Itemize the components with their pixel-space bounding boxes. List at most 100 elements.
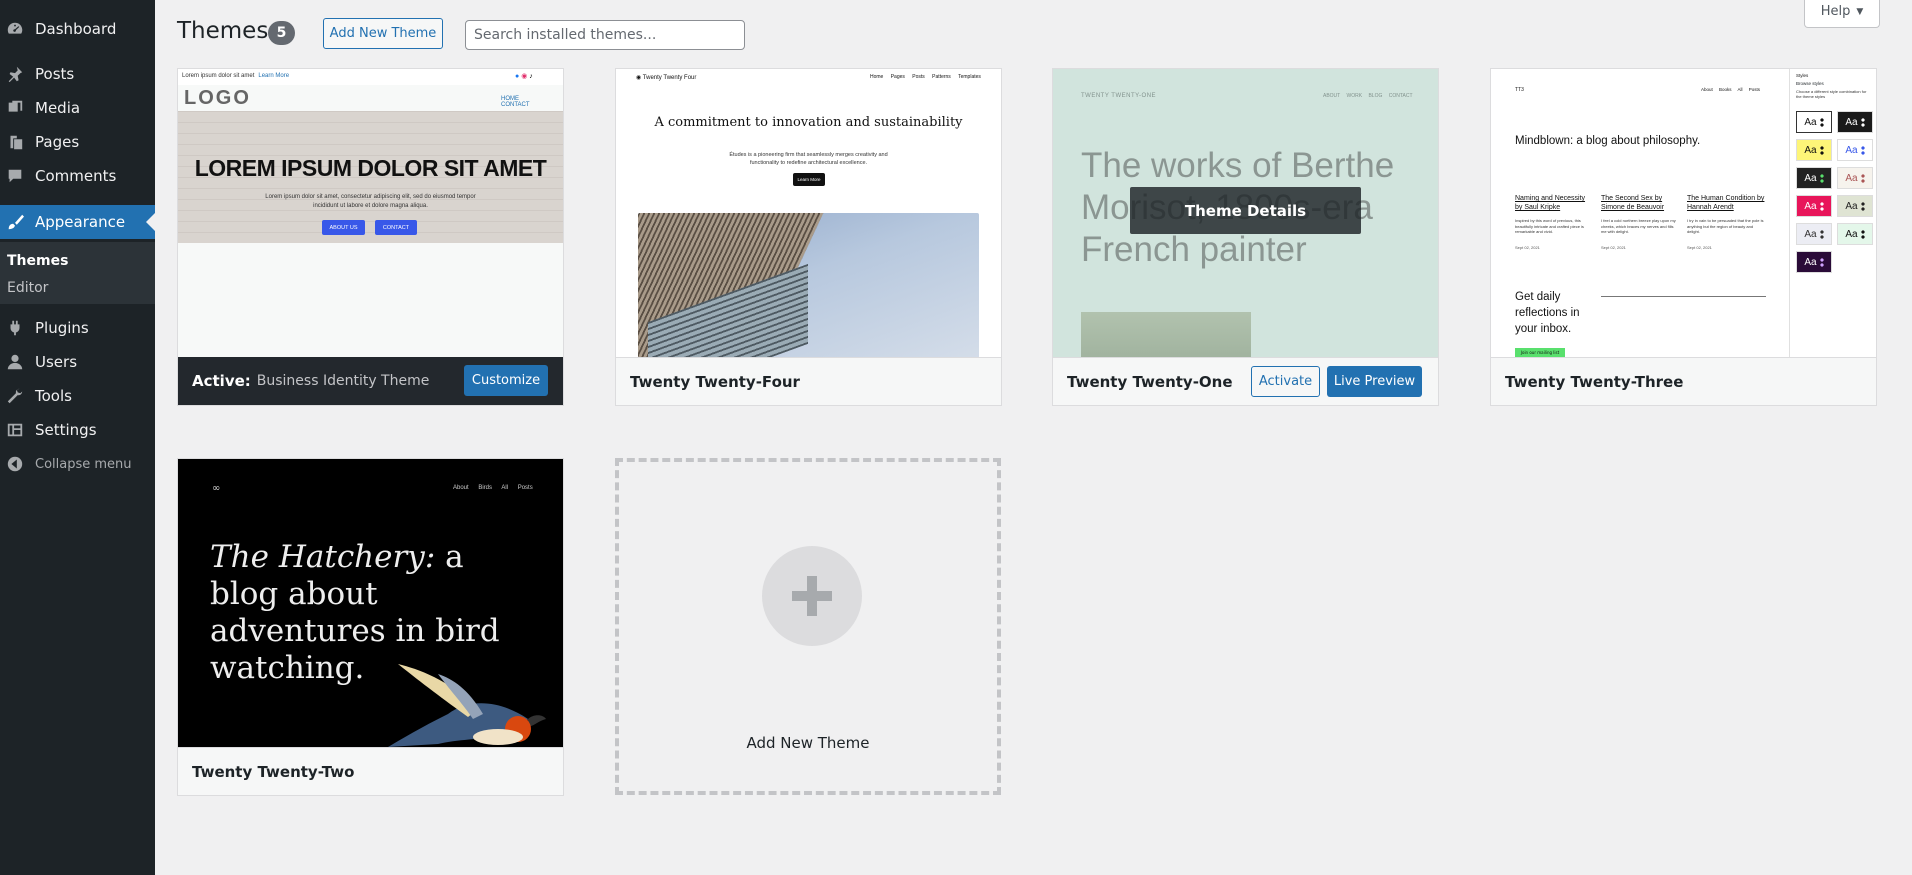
style-swatch: Aa (1837, 139, 1873, 161)
caret-down-icon: ▼ (1856, 6, 1864, 17)
theme-screenshot[interactable]: TT3 About Books All Posts Mindblown: a b… (1491, 69, 1876, 357)
preview-heading: A commitment to innovation and sustainab… (654, 115, 963, 130)
theme-count-badge: 5 (268, 21, 295, 45)
help-label: Help (1820, 4, 1851, 19)
comments-icon (5, 166, 25, 186)
theme-screenshot[interactable]: Lorem ipsum dolor sit amet Learn More ● ◉… (178, 69, 563, 357)
plug-icon (5, 318, 25, 338)
sidebar-item-users[interactable]: Users (0, 345, 155, 379)
preview-nav: ABOUT WORK BLOG CONTACT (1323, 93, 1413, 99)
style-swatch: Aa (1837, 111, 1873, 133)
pushpin-icon (5, 64, 25, 84)
sidebar-item-tools[interactable]: Tools (0, 379, 155, 413)
preview-nav: Home Pages Posts Patterns Templates (870, 74, 981, 80)
theme-card-business-identity[interactable]: Lorem ipsum dolor sit amet Learn More ● ◉… (177, 68, 564, 406)
theme-card-twenty-twenty-one[interactable]: TWENTY TWENTY-ONE ABOUT WORK BLOG CONTAC… (1052, 68, 1439, 406)
collapse-menu-label: Collapse menu (35, 456, 132, 472)
preview-topbar: Lorem ipsum dolor sit amet Learn More ● ◉… (178, 69, 563, 85)
live-preview-button[interactable]: Live Preview (1327, 366, 1422, 397)
style-swatch: Aa (1796, 139, 1832, 161)
pages-icon (5, 132, 25, 152)
preview-painting-image (1081, 312, 1251, 357)
theme-name: Business Identity Theme (256, 373, 430, 389)
theme-name-bar: Twenty Twenty-One Activate Live Preview (1053, 357, 1438, 405)
sidebar-item-label: Media (35, 99, 81, 117)
search-themes-input[interactable] (465, 20, 745, 50)
preview-logo-icon: ∞ (212, 483, 221, 494)
preview-top-link: Learn More (258, 73, 290, 79)
theme-card-twenty-twenty-three[interactable]: TT3 About Books All Posts Mindblown: a b… (1490, 68, 1877, 406)
plus-icon (762, 546, 862, 646)
theme-screenshot[interactable]: ∞ About Birds All Posts The Hatchery: a … (178, 459, 563, 747)
style-swatch: Aa (1837, 223, 1873, 245)
preview-hero-title: LOREM IPSUM DOLOR SIT AMET (194, 155, 547, 181)
preview-divider (1601, 296, 1766, 297)
theme-name: Twenty Twenty-Three (1491, 357, 1876, 405)
preview-nav: HOME CONTACT (501, 96, 530, 108)
add-new-theme-card[interactable]: Add New Theme (615, 458, 1001, 795)
preview-site-title: ◉ Twenty Twenty Four (636, 75, 697, 81)
preview-heading: Mindblown: a blog about philosophy. (1515, 135, 1701, 147)
sidebar-item-label: Settings (35, 421, 97, 439)
theme-name: Twenty Twenty-Two (178, 747, 563, 795)
theme-card-twenty-twenty-two[interactable]: ∞ About Birds All Posts The Hatchery: a … (177, 458, 564, 796)
sidebar-item-dashboard[interactable]: Dashboard (0, 12, 155, 46)
add-new-theme-button[interactable]: Add New Theme (323, 18, 443, 49)
sidebar-item-label: Appearance (35, 213, 126, 231)
preview-newsletter-text: Get daily reflections in your inbox. (1515, 291, 1580, 335)
style-swatch: Aa (1796, 251, 1832, 273)
sidebar-item-appearance[interactable]: Appearance (0, 205, 155, 239)
theme-card-twenty-twenty-four[interactable]: ◉ Twenty Twenty Four Home Pages Posts Pa… (615, 68, 1002, 406)
preview-building-image (638, 213, 979, 357)
sidebar-item-posts[interactable]: Posts (0, 57, 155, 91)
style-swatch: Aa (1796, 111, 1832, 133)
appearance-submenu: Themes Editor (0, 242, 155, 304)
submenu-item-editor[interactable]: Editor (7, 280, 48, 296)
wrench-icon (5, 386, 25, 406)
preview-site-title: TT3 (1515, 87, 1524, 93)
user-icon (5, 352, 25, 372)
preview-top-text: Lorem ipsum dolor sit amet (182, 73, 255, 79)
active-label: Active: (192, 372, 251, 390)
theme-screenshot[interactable]: TWENTY TWENTY-ONE ABOUT WORK BLOG CONTAC… (1053, 69, 1438, 357)
preview-contact-button: CONTACT (375, 220, 417, 235)
theme-name: Twenty Twenty-Four (616, 357, 1001, 405)
preview-hero-subtitle: Lorem ipsum dolor sit amet, consectetur … (265, 194, 476, 209)
theme-details-button[interactable]: Theme Details (1130, 187, 1361, 234)
theme-name: Twenty Twenty-One (1067, 372, 1233, 391)
preview-post-3: The Human Condition by Hannah Arendt I t… (1687, 195, 1765, 250)
paintbrush-icon (5, 212, 25, 232)
social-icons: ● ◉ ♪ (515, 73, 533, 80)
sidebar-item-comments[interactable]: Comments (0, 159, 155, 193)
theme-name-bar: Active: Business Identity Theme Customiz… (178, 357, 563, 405)
customize-button[interactable]: Customize (464, 365, 548, 396)
sidebar-item-label: Tools (35, 387, 72, 405)
sidebar-item-label: Pages (35, 133, 80, 151)
preview-logo: LOGO (184, 87, 251, 109)
sidebar-item-settings[interactable]: Settings (0, 413, 155, 447)
preview-join-button: Join our mailing list (1515, 348, 1565, 357)
bird-illustration-icon (388, 664, 546, 747)
sidebar-item-media[interactable]: Media (0, 91, 155, 125)
activate-button[interactable]: Activate (1251, 366, 1320, 397)
style-swatch: Aa (1796, 223, 1832, 245)
style-swatch: Aa (1837, 167, 1873, 189)
admin-sidebar: Dashboard Posts Media Pages Comments App… (0, 0, 155, 875)
sidebar-item-plugins[interactable]: Plugins (0, 311, 155, 345)
style-swatch: Aa (1796, 195, 1832, 217)
panel-description: Choose a different style combination for… (1796, 89, 1867, 99)
preview-subtitle: Études is a pioneering firm that seamles… (729, 152, 888, 166)
preview-about-button: ABOUT US (322, 220, 365, 235)
add-new-theme-label: Add New Theme (746, 734, 870, 752)
submenu-item-themes[interactable]: Themes (7, 253, 68, 269)
dashboard-icon (5, 19, 25, 39)
collapse-menu-button[interactable]: Collapse menu (0, 447, 155, 481)
help-button[interactable]: Help ▼ (1804, 0, 1880, 28)
sidebar-item-pages[interactable]: Pages (0, 125, 155, 159)
sidebar-item-label: Plugins (35, 319, 89, 337)
theme-screenshot[interactable]: ◉ Twenty Twenty Four Home Pages Posts Pa… (616, 69, 1001, 357)
media-icon (5, 98, 25, 118)
style-swatch: Aa (1796, 167, 1832, 189)
style-swatch: Aa (1837, 195, 1873, 217)
panel-title: Browse styles (1796, 81, 1824, 86)
